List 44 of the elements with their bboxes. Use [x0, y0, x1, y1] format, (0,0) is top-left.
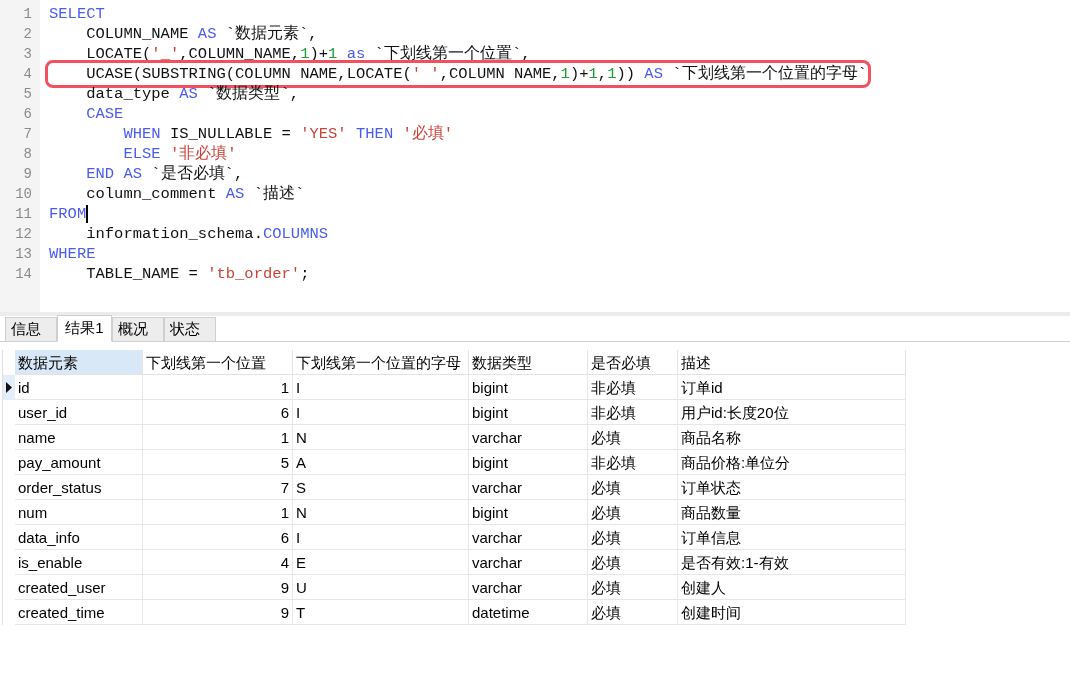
line-number: 11: [14, 205, 33, 224]
line-number: 5: [22, 85, 33, 104]
line-number: 2: [22, 25, 33, 44]
code-line: column_comment AS `描述`: [85, 184, 305, 204]
line-number: 4: [22, 65, 33, 84]
result-tab[interactable]: 结果1: [57, 315, 112, 342]
code-line: data_type AS `数据类型`,: [85, 84, 300, 104]
code-line: SELECT: [49, 4, 105, 24]
line-number: 3: [22, 45, 33, 64]
column-header[interactable]: 下划线第一个位置: [143, 350, 293, 375]
line-number: 10: [14, 185, 33, 204]
code-line: WHERE: [49, 244, 96, 264]
code-line: TABLE_NAME = 'tb_order';: [85, 264, 310, 284]
column-header[interactable]: 是否必填: [588, 350, 678, 375]
column-header[interactable]: 下划线第一个位置的字母: [293, 350, 469, 375]
column-header[interactable]: 描述: [678, 350, 906, 375]
result-tab[interactable]: 状态: [164, 317, 216, 342]
line-number: 12: [14, 225, 33, 244]
line-number: 13: [14, 245, 33, 264]
code-line: COLUMN_NAME AS `数据元素`,: [85, 24, 318, 44]
code-line: CASE: [85, 104, 124, 124]
table-cell: 9: [143, 600, 293, 625]
line-number: 1: [22, 5, 33, 24]
table-cell: T: [293, 600, 469, 625]
code-line: information_schema.COLUMNS: [85, 224, 329, 244]
line-number: 6: [22, 105, 33, 124]
code-line: FROM: [49, 204, 87, 224]
result-tab[interactable]: 信息: [5, 317, 57, 342]
code-line: ELSE '非必填': [122, 144, 237, 164]
table-cell: 必填: [588, 600, 678, 625]
table-cell: created_time: [15, 600, 143, 625]
line-number: 7: [22, 125, 33, 144]
current-row-icon: [6, 382, 12, 393]
column-header[interactable]: 数据类型: [469, 350, 588, 375]
row-selector[interactable]: [2, 375, 15, 400]
line-number: 14: [14, 265, 33, 284]
column-header[interactable]: 数据元素: [15, 350, 143, 375]
result-tab[interactable]: 概况: [112, 317, 164, 342]
code-line: WHEN IS_NULLABLE = 'YES' THEN '必填': [122, 124, 454, 144]
table-cell: datetime: [469, 600, 588, 625]
line-number: 8: [22, 145, 33, 164]
code-line: END AS `是否必填`,: [85, 164, 244, 184]
line-number: 9: [22, 165, 33, 184]
table-cell: 创建时间: [678, 600, 906, 625]
